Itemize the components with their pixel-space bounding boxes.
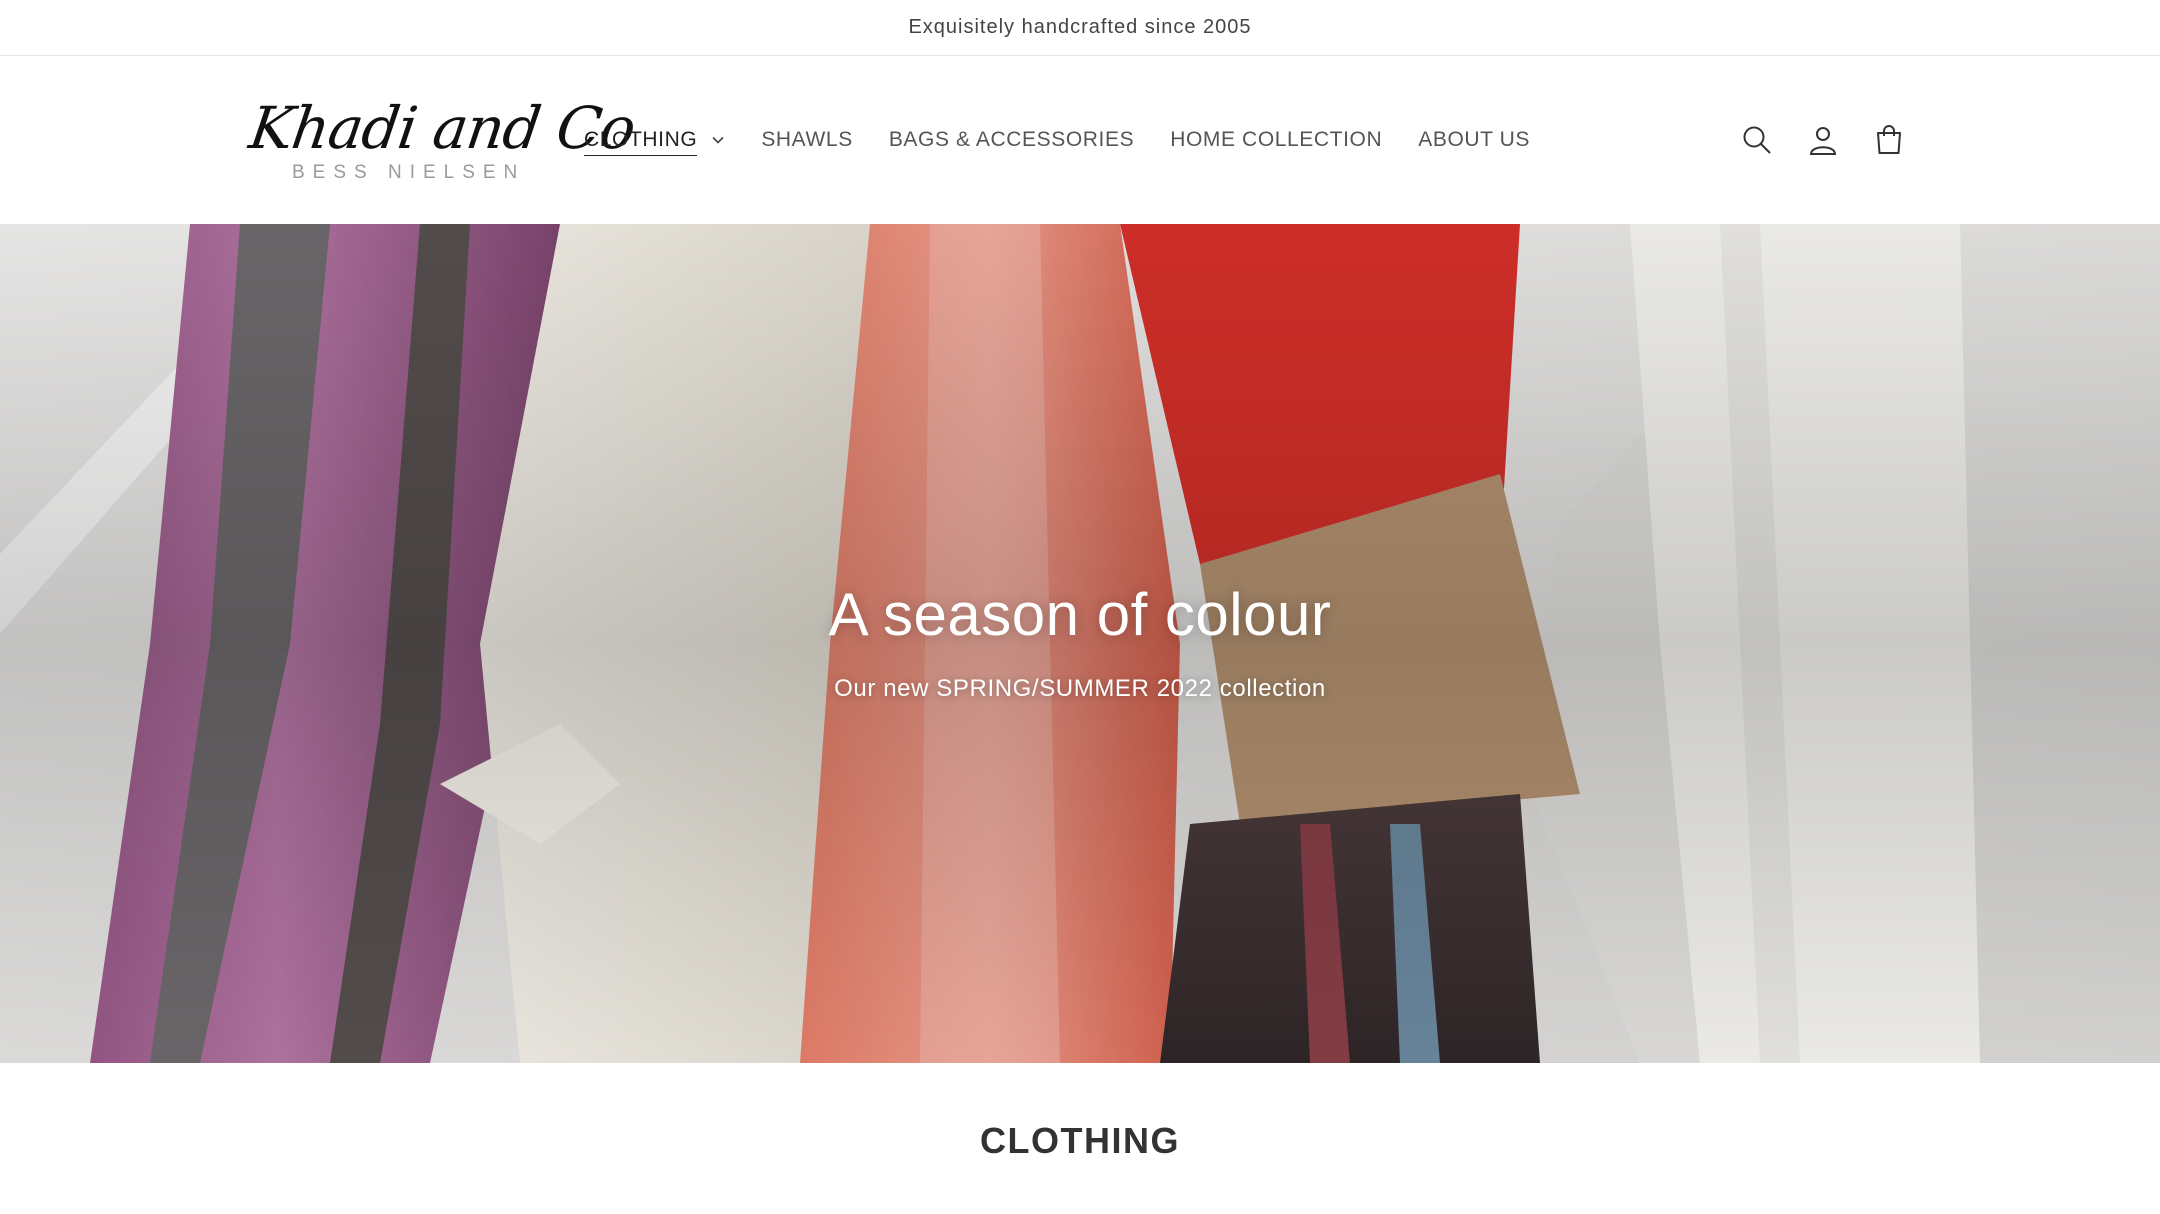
nav-label: SHAWLS [761,128,853,151]
cart-icon [1877,125,1901,154]
hero-subtitle: Our new SPRING/SUMMER 2022 collection [834,675,1326,702]
nav-item-about-us[interactable]: ABOUT US [1418,128,1530,152]
nav-item-clothing[interactable]: CLOTHING [584,124,725,156]
logo-script: Khadi and Co [245,94,640,162]
search-button[interactable] [1737,120,1777,160]
announcement-text: Exquisitely handcrafted since 2005 [908,16,1252,38]
main-nav: CLOTHING SHAWLS BAGS & ACCESSORIES HOME … [584,56,1566,224]
announcement-bar: Exquisitely handcrafted since 2005 [0,0,2160,56]
nav-item-shawls[interactable]: SHAWLS [761,128,853,152]
nav-label: BAGS & ACCESSORIES [888,128,1135,151]
hero-title: A season of colour [828,581,1332,648]
section-title: CLOTHING [980,1120,1180,1161]
nav-label: HOME COLLECTION [1170,128,1383,151]
nav-item-bags-accessories[interactable]: BAGS & ACCESSORIES [889,128,1134,152]
account-button[interactable] [1803,120,1843,160]
brand-logo[interactable]: Khadi and Co BESS NIELSEN [245,94,639,194]
account-icon [1809,127,1837,155]
chevron-down-icon [712,136,724,144]
cart-button[interactable] [1869,120,1909,160]
nav-label: CLOTHING [584,128,698,156]
hero-banner: A season of colour Our new SPRING/SUMMER… [0,224,2160,1063]
nav-label: ABOUT US [1418,128,1531,151]
hero-text: A season of colour Our new SPRING/SUMMER… [0,580,2160,703]
logo-subtitle: BESS NIELSEN [292,162,526,183]
nav-item-home-collection[interactable]: HOME COLLECTION [1170,128,1382,152]
search-icon [1743,126,1771,154]
site-header: Khadi and Co BESS NIELSEN CLOTHING SHAWL… [0,56,2160,224]
